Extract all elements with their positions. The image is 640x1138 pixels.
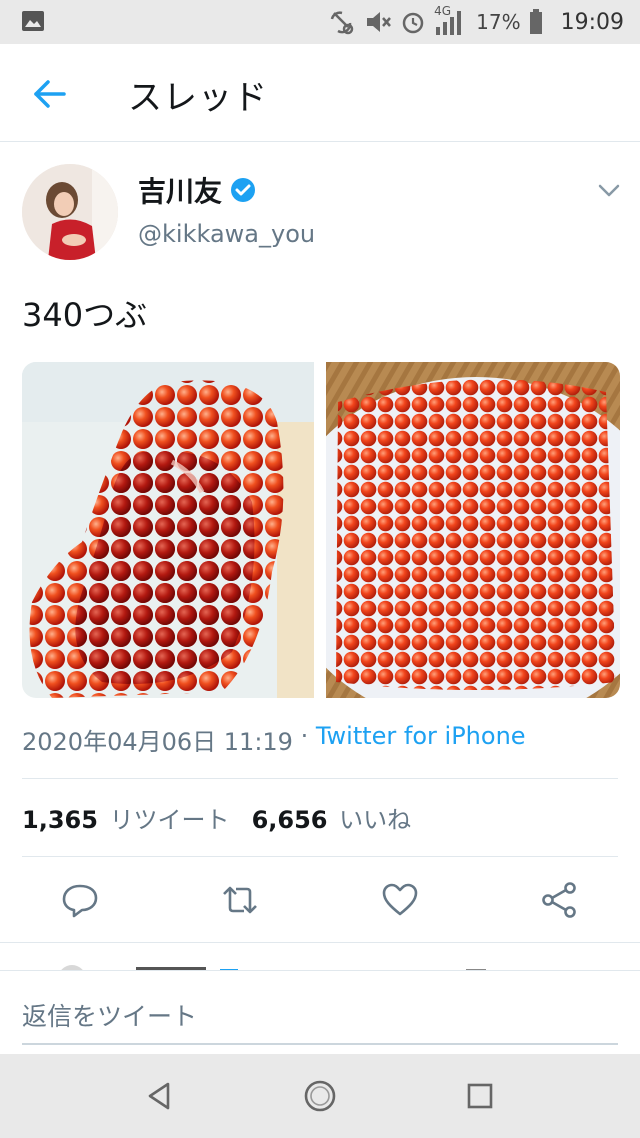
likes-label: いいね [339,806,412,834]
tweet-meta: 2020年04月06日 11:19 · Twitter for iPhone [22,722,526,757]
verified-badge-icon [231,178,256,202]
tweet-text: 340つぶ [22,296,148,334]
like-icon[interactable] [380,880,420,920]
arrow-left-icon[interactable] [28,74,72,114]
divider [22,778,618,779]
alarm-icon [402,12,424,34]
likes-stat[interactable]: 6,656 いいね [252,800,412,835]
retweet-icon[interactable] [220,880,260,920]
retweets-count: 1,365 [22,806,98,834]
system-nav-bar [0,1054,640,1138]
avatar[interactable] [22,164,118,260]
tweet-stats: 1,365 リツイート 6,656 いいね [22,800,433,835]
page-title: スレッド [128,78,268,118]
author-row: 吉川友 [138,170,256,210]
mute-icon [367,12,392,32]
divider [22,856,618,857]
status-bar: 4G 17% 19:09 [0,0,640,44]
app-header: スレッド [0,44,640,142]
retweets-label: リツイート [109,806,230,834]
reply-icon[interactable] [60,880,100,920]
next-reply-peek [0,942,640,972]
share-icon[interactable] [540,880,580,920]
tweet-photo-2[interactable] [326,362,620,698]
reply-input[interactable]: 返信をツイート [22,991,618,1045]
likes-count: 6,656 [251,806,328,834]
reply-bar: 返信をツイート [0,970,640,1054]
author-handle[interactable]: @kikkawa_you [138,220,315,248]
clock: 19:09 [560,9,624,35]
back-triangle-icon[interactable] [140,1076,180,1116]
home-circle-icon[interactable] [300,1076,340,1116]
image-icon [22,11,44,31]
tweet-source-link[interactable]: Twitter for iPhone [316,722,526,757]
recents-square-icon[interactable] [460,1076,500,1116]
battery-percent: 17% [476,10,521,34]
chevron-down-icon[interactable] [596,180,622,200]
tweet-photo-1[interactable] [22,362,314,698]
signal-icon: 4G [434,4,468,37]
retweets-stat[interactable]: 1,365 リツイート [22,800,230,835]
nfc-icon [330,11,354,35]
author-name[interactable]: 吉川友 [138,170,222,210]
tweet-date: 2020年04月06日 11:19 [22,728,293,756]
battery-icon [529,9,542,34]
meta-separator: · [292,722,316,750]
